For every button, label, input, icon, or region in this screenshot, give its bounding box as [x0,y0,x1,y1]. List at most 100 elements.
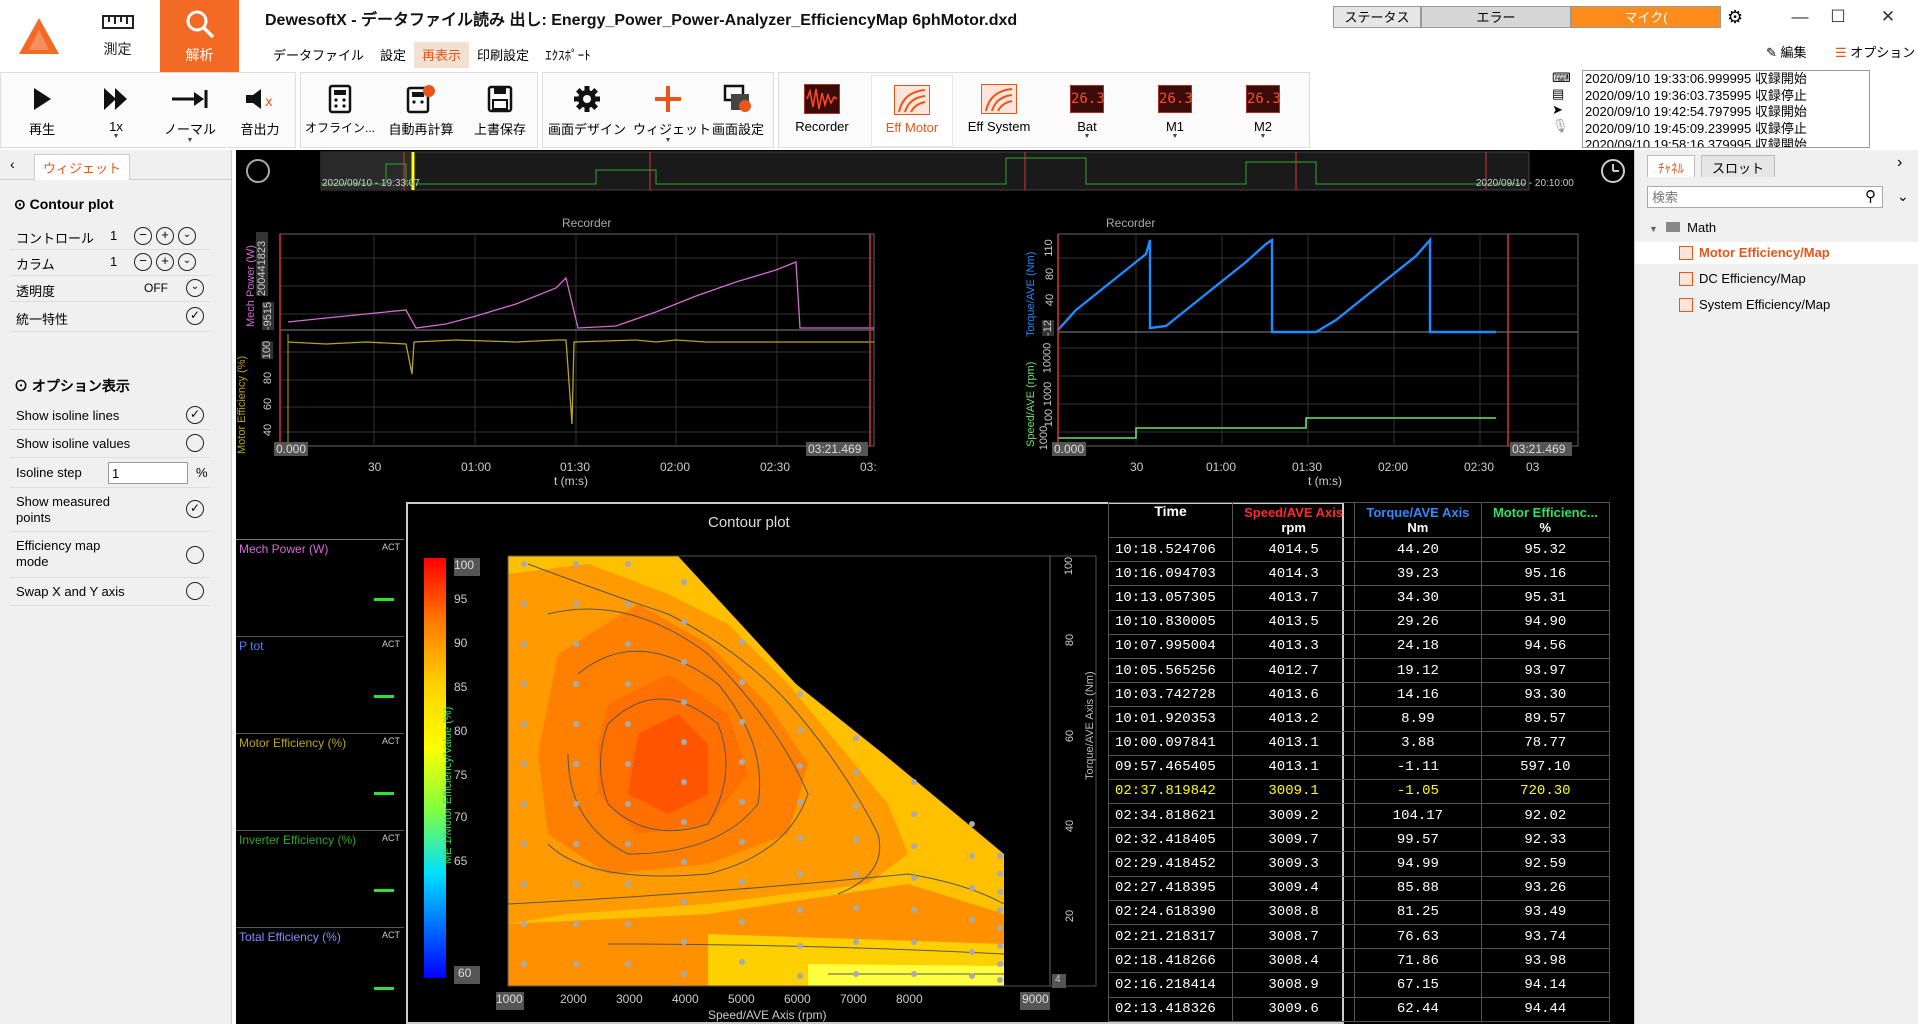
tree-root-math[interactable]: ▼ Math [1649,220,1716,235]
status-tab[interactable]: ステータス [1333,6,1421,28]
minus-icon[interactable]: − [134,227,152,245]
table-row[interactable]: 10:00.097841 4013.1 3.88 78.77 [1107,730,1611,756]
table-row[interactable]: 10:01.920353 4013.2 8.99 89.57 [1107,706,1611,732]
table-row[interactable]: 10:16.094703 4014.3 39.23 95.16 [1107,561,1611,587]
table-row[interactable]: 02:37.819842 3009.1 -1.05 720.30 [1107,778,1611,805]
note-icon[interactable]: ▤ [1552,86,1574,102]
checkmark-icon[interactable]: ✓ [186,500,204,518]
table-row[interactable]: 10:18.524706 4014.5 44.20 95.32 [1107,536,1611,563]
expand-icon: ▼ [1649,224,1658,234]
normal-mode-button[interactable]: ノーマル ▼ [155,75,225,147]
chevron-down-icon[interactable]: ⌄ [1897,188,1909,205]
offline-button[interactable]: オフライン... [305,75,375,147]
col-eff-header[interactable]: Motor Efficienc...% [1480,502,1611,538]
recorder-display-button[interactable]: Recorder [781,75,863,147]
meter-motor-efficiency[interactable]: Motor Efficiency (%) ACT [236,733,404,829]
screen-settings-button[interactable]: 画面設定 [705,75,771,147]
bat-display-button[interactable]: 26.3 Bat ▼ [1047,75,1127,147]
chevron-down-icon[interactable]: ⌄ [178,253,196,271]
meter-mech-power[interactable]: Mech Power (W) ACT [236,539,404,635]
table-row[interactable]: 02:18.418266 3008.4 71.86 93.98 [1107,948,1611,974]
meter-inverter-efficiency[interactable]: Inverter Efficiency (%) ACT [236,830,404,926]
table-row[interactable]: 02:24.618390 3008.8 81.25 93.49 [1107,899,1611,926]
table-row[interactable]: 10:03.742728 4013.6 14.16 93.30 [1107,682,1611,708]
audio-output-button[interactable]: x 音出力 [227,75,293,147]
file-group: オフライン... 自動再計算 上書保存 [300,72,538,148]
col-time-header[interactable]: Time [1107,502,1234,538]
menu-export[interactable]: ｴｸｽﾎﾟｰﾄ [537,42,599,68]
isoline-unit: % [196,465,208,480]
tree-item-system-efficiency-map[interactable]: System Efficiency/Map [1635,294,1918,316]
table-row[interactable]: 02:27.418395 3009.4 85.88 93.26 [1107,875,1611,901]
chevron-down-icon[interactable]: ⌄ [186,279,204,297]
play-button[interactable]: 再生 [7,75,77,147]
chevron-down-icon[interactable]: ⌄ [178,227,196,245]
maximize-icon[interactable]: ☐ [1818,4,1858,30]
checkmark-icon[interactable]: ✓ [186,406,204,424]
plus-icon[interactable]: + [156,253,174,271]
screen-design-button[interactable]: 画面デザイン [547,75,627,147]
table-row[interactable]: 09:57.465405 4013.1 -1.11 597.10 [1107,754,1611,780]
collapse-right-icon[interactable]: › [1897,154,1902,172]
m2-display-button[interactable]: 26.3 M2 ▼ [1223,75,1303,147]
tree-item-dc-efficiency-map[interactable]: DC Efficiency/Map [1635,268,1918,290]
eff-system-display-button[interactable]: Eff System [957,75,1041,147]
widget-button[interactable]: ウィジェット ▼ [633,75,711,147]
col-torque-header[interactable]: Torque/AVE Axis Nm [1354,502,1482,538]
unchecked-circle-icon[interactable] [186,434,204,452]
keyboard-icon[interactable]: ⌨ [1552,70,1574,86]
table-row[interactable]: 02:13.418326 3009.6 62.44 94.44 [1107,996,1611,1023]
search-icon[interactable]: ⚲ [1865,187,1876,205]
data-table[interactable]: Time Speed/AVE Axis rpm Torque/AVE Axis Nm… [1107,502,1611,1023]
unchecked-circle-icon[interactable] [186,546,204,564]
menu-settings[interactable]: 設定 [372,42,414,68]
speed-button[interactable]: 1x ▼ [81,75,151,147]
table-row[interactable]: 10:13.057305 4013.7 34.30 95.31 [1107,585,1611,611]
save-button[interactable]: 上書保存 [465,75,535,147]
option-button[interactable]: ☰ オプション [1835,42,1915,61]
table-row[interactable]: 02:29.418452 3009.3 94.99 92.59 [1107,851,1611,877]
plus-icon[interactable]: + [156,227,174,245]
col-speed-header[interactable]: Speed/AVE Axis rpm [1232,502,1356,538]
cursor-icon[interactable]: ➤ [1552,102,1574,118]
widget-tab[interactable]: ウィジェット [34,154,131,180]
close-icon[interactable]: ✕ [1868,4,1908,30]
meter-p-tot[interactable]: P tot ACT [236,636,404,732]
menu-datafile[interactable]: データファイル [265,42,372,68]
unchecked-circle-icon[interactable] [186,582,204,600]
table-row[interactable]: 02:16.218414 3008.9 67.15 94.14 [1107,972,1611,998]
tree-item-motor-efficiency-map[interactable]: Motor Efficiency/Map [1635,242,1918,264]
table-row[interactable]: 10:05.565256 4012.7 19.12 93.97 [1107,657,1611,684]
m1-display-button[interactable]: 26.3 M1 ▼ [1135,75,1215,147]
table-row[interactable]: 02:32.418405 3009.7 99.57 92.33 [1107,827,1611,853]
analysis-button[interactable]: 解析 [160,0,239,72]
search-input[interactable] [1647,186,1883,208]
section-contour-plot[interactable]: ⊙ Contour plot [14,196,114,213]
tab-channel[interactable]: ﾁｬﾈﾙ [1647,155,1695,177]
gear-icon[interactable]: ⚙ [1727,7,1743,28]
section-options[interactable]: ⊙ オプション表示 [14,376,130,396]
checkmark-icon[interactable]: ✓ [186,307,204,325]
table-row[interactable]: 10:07.995004 4013.3 24.18 94.56 [1107,633,1611,659]
minimize-icon[interactable]: — [1780,4,1820,30]
eff-motor-display-button[interactable]: Eff Motor [871,75,953,147]
menu-review[interactable]: 再表示 [414,42,470,68]
recalc-button[interactable]: 自動再計算 [381,75,461,147]
overview-timeline[interactable]: 2020/09/10 - 19:33:07 2020/09/10 - 20:10… [236,150,1634,192]
meter-total-efficiency[interactable]: Total Efficiency (%) ACT [236,927,404,1024]
menu-print[interactable]: 印刷設定 [469,42,537,68]
table-row[interactable]: 02:34.818621 3009.2 104.17 92.02 [1107,803,1611,829]
tab-slot[interactable]: スロット [1701,155,1776,177]
collapse-left-icon[interactable]: ‹ [10,156,15,172]
mic-tab[interactable]: マイク( [1571,6,1721,28]
measure-button[interactable]: 測定 [78,0,157,72]
event-log[interactable]: 2020/09/10 19:33:06.999995 収録開始 2020/09/… [1582,70,1870,148]
error-tab[interactable]: エラー [1421,6,1571,28]
isoline-step-input[interactable] [108,462,188,484]
microphone-icon[interactable]: 🎙 [1552,118,1574,134]
minus-icon[interactable]: − [134,253,152,271]
table-row[interactable]: 02:21.218317 3008.7 76.63 93.74 [1107,923,1611,950]
cell-time: 02:21.218317 [1107,923,1234,950]
edit-button[interactable]: ✎ 編集 [1766,42,1807,61]
table-row[interactable]: 10:10.830005 4013.5 29.26 94.90 [1107,609,1611,635]
